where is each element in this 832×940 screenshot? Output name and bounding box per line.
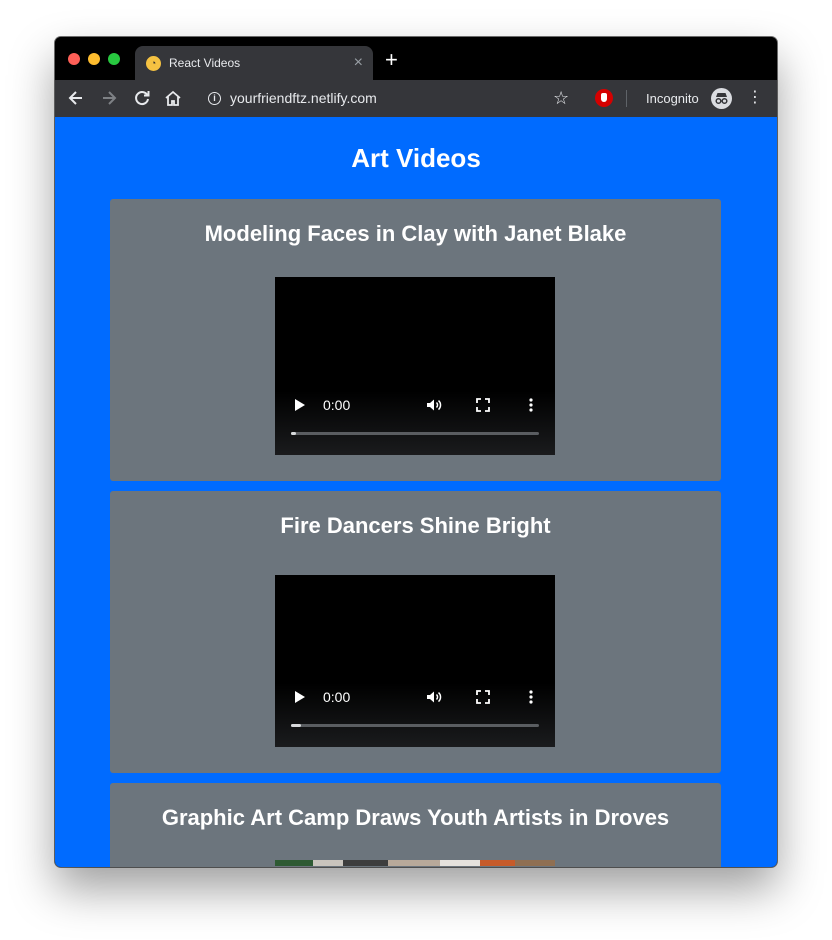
video-title: Fire Dancers Shine Bright (280, 513, 551, 538)
more-options-icon[interactable] (522, 688, 540, 706)
back-icon[interactable] (65, 87, 87, 109)
video-player[interactable]: 0:00 (275, 277, 555, 455)
play-icon[interactable] (295, 691, 305, 703)
maximize-window-button[interactable] (108, 53, 120, 65)
toolbar-divider (626, 90, 627, 107)
video-card: Fire Dancers Shine Bright 0:00 (110, 491, 721, 773)
video-title: Modeling Faces in Clay with Janet Blake (204, 221, 627, 246)
extension-icon[interactable] (595, 89, 613, 107)
progress-fill (291, 724, 301, 727)
minimize-window-button[interactable] (88, 53, 100, 65)
video-card: Graphic Art Camp Draws Youth Artists in … (110, 783, 721, 867)
page-viewport[interactable]: Art Videos Modeling Faces in Clay with J… (55, 117, 777, 867)
reload-icon[interactable] (131, 87, 153, 109)
incognito-icon[interactable] (711, 88, 732, 109)
fullscreen-icon[interactable] (474, 396, 492, 414)
video-time: 0:00 (323, 689, 351, 705)
video-controls: 0:00 (275, 683, 555, 747)
tab-strip: ◔ React Videos × + (55, 37, 777, 80)
video-controls: 0:00 (275, 391, 555, 455)
progress-bar[interactable] (291, 432, 539, 435)
progress-fill (291, 432, 296, 435)
browser-window: ◔ React Videos × + i yourfriendftz.netli… (55, 37, 777, 867)
address-bar[interactable]: yourfriendftz.netlify.com (230, 90, 377, 106)
tab-react-videos[interactable]: ◔ React Videos × (135, 46, 373, 80)
volume-icon[interactable] (425, 688, 443, 706)
forward-icon[interactable] (98, 87, 120, 109)
kebab-menu-icon[interactable]: ⋮ (747, 87, 763, 109)
play-icon[interactable] (295, 399, 305, 411)
browser-toolbar: i yourfriendftz.netlify.com ☆ Incognito … (55, 80, 777, 117)
close-icon[interactable]: × (354, 53, 363, 73)
video-title: Graphic Art Camp Draws Youth Artists in … (161, 805, 670, 830)
incognito-label: Incognito (646, 91, 699, 106)
video-player[interactable]: 0:00 (275, 575, 555, 747)
star-icon[interactable]: ☆ (553, 87, 569, 109)
home-icon[interactable] (164, 89, 182, 107)
fullscreen-icon[interactable] (474, 688, 492, 706)
new-tab-button[interactable]: + (385, 49, 398, 71)
video-time: 0:00 (323, 397, 351, 413)
page-title: Art Videos (351, 143, 481, 173)
video-card: Modeling Faces in Clay with Janet Blake … (110, 199, 721, 481)
tab-title: React Videos (169, 56, 241, 70)
close-window-button[interactable] (68, 53, 80, 65)
react-favicon-icon: ◔ (146, 56, 161, 71)
video-thumbnail[interactable] (275, 860, 555, 866)
progress-bar[interactable] (291, 724, 539, 727)
more-options-icon[interactable] (522, 396, 540, 414)
info-icon[interactable]: i (208, 92, 221, 105)
volume-icon[interactable] (425, 396, 443, 414)
